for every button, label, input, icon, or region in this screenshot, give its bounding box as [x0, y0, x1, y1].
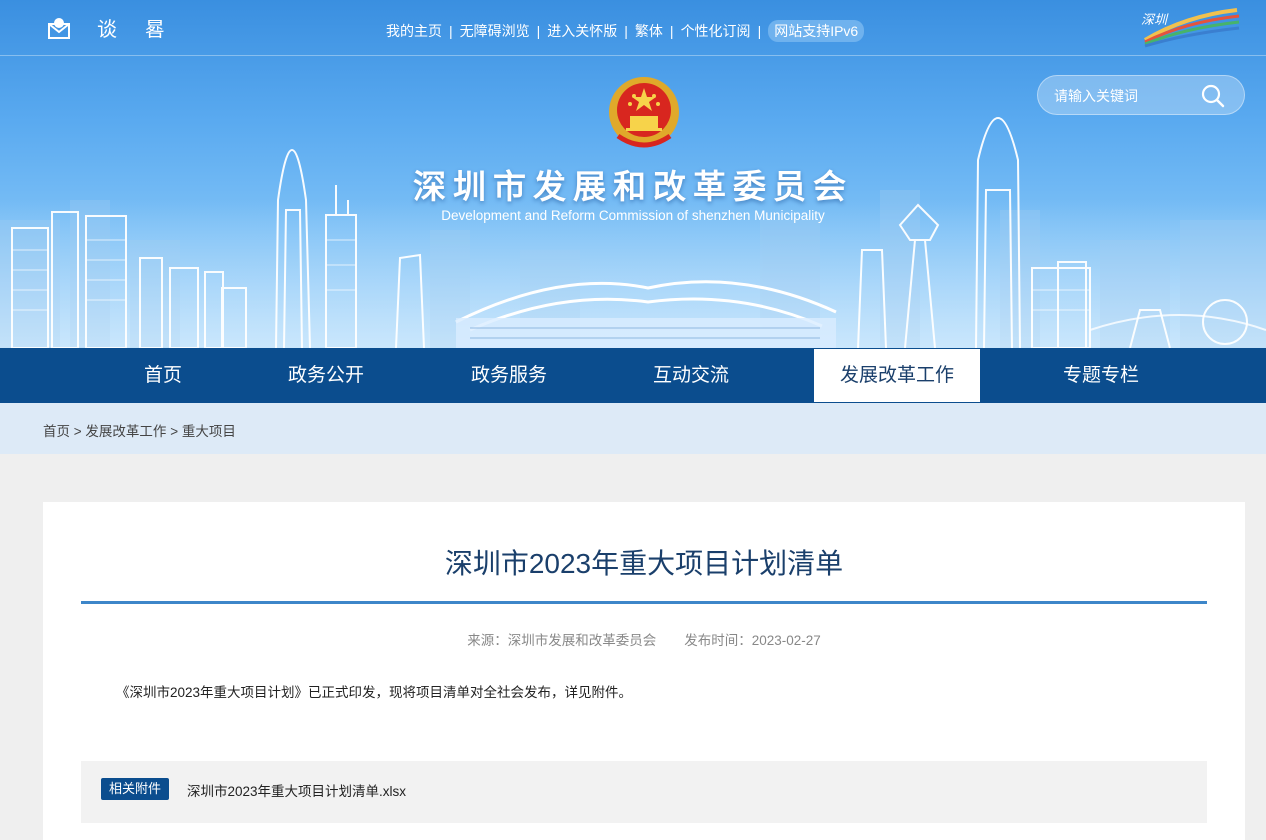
top-link-home[interactable]: 我的主页 — [386, 23, 442, 39]
search-input[interactable] — [1052, 84, 1202, 108]
nav-item-home[interactable]: 首页 — [102, 348, 224, 403]
nav-item-reform-work[interactable]: 发展改革工作 — [814, 349, 980, 402]
nav-item-government-affairs[interactable]: 政务公开 — [260, 348, 392, 403]
source-label: 来源： — [467, 633, 508, 648]
breadcrumb-reform-work[interactable]: 发展改革工作 — [85, 424, 166, 439]
ipv6-badge: 网站支持IPv6 — [768, 20, 865, 42]
top-bar: 谈 晷 我的主页 | 无障碍浏览 | 进入关怀版 | 繁体 | 个性化订阅 | 网站支持IPv6 深… — [0, 0, 1266, 56]
article-body: 《深圳市2023年重大项目计划》已正式印发，现将项目清单对全社会发布，详见附件。 — [116, 685, 633, 700]
breadcrumb-major-projects[interactable]: 重大项目 — [182, 424, 236, 439]
breadcrumb-home[interactable]: 首页 — [43, 424, 70, 439]
national-emblem-icon — [609, 77, 679, 148]
top-link-traditional[interactable]: 繁体 — [635, 23, 663, 39]
shenzhen-logo[interactable]: 深圳 — [1135, 6, 1241, 48]
main-nav: 首页 政务公开 政务服务 互动交流 发展改革工作 专题专栏 — [0, 348, 1266, 403]
search-box — [1037, 75, 1245, 115]
header-banner: 谈 晷 我的主页 | 无障碍浏览 | 进入关怀版 | 繁体 | 个性化订阅 | 网站支持IPv6 深… — [0, 0, 1266, 348]
top-link-subscribe[interactable]: 个性化订阅 — [681, 23, 751, 39]
breadcrumb-bar: 首页 > 发展改革工作 > 重大项目 — [0, 403, 1266, 454]
nav-item-government-services[interactable]: 政务服务 — [444, 348, 574, 403]
article-source: 深圳市发展和改革委员会 — [507, 633, 657, 648]
elder-care-icon[interactable]: 谈 — [95, 14, 123, 42]
top-link-accessibility[interactable]: 无障碍浏览 — [460, 23, 530, 39]
attachment-label: 相关附件 — [101, 778, 170, 800]
article-meta: 来源：深圳市发展和改革委员会 发布时间：2023-02-27 — [43, 629, 1245, 649]
svg-text:深圳: 深圳 — [1141, 13, 1169, 28]
svg-text:谈: 谈 — [97, 17, 117, 41]
site-subtitle: Development and Reform Commission of she… — [441, 208, 825, 223]
nav-item-special-topics[interactable]: 专题专栏 — [1036, 348, 1166, 403]
breadcrumb: 首页 > 发展改革工作 > 重大项目 — [43, 424, 236, 439]
search-icon[interactable] — [1198, 81, 1228, 111]
attachment-file-link[interactable]: 深圳市2023年重大项目计划清单.xlsx — [187, 780, 406, 800]
top-link-care-mode[interactable]: 进入关怀版 — [547, 23, 617, 39]
date-label: 发布时间： — [684, 633, 752, 648]
site-title: 深圳市发展和改革委员会 — [413, 167, 853, 206]
article-card: 深圳市2023年重大项目计划清单 来源：深圳市发展和改革委员会 发布时间：2023… — [43, 502, 1245, 840]
attachment-box: 相关附件 深圳市2023年重大项目计划清单.xlsx — [81, 761, 1207, 823]
svg-text:晷: 晷 — [145, 17, 165, 41]
mail-icon[interactable] — [45, 14, 73, 42]
top-links: 我的主页 | 无障碍浏览 | 进入关怀版 | 繁体 | 个性化订阅 | 网站支持IPv6 — [386, 20, 865, 42]
title-divider — [81, 601, 1207, 604]
nav-item-interaction[interactable]: 互动交流 — [626, 348, 756, 403]
article-date: 2023-02-27 — [751, 633, 821, 648]
article-title: 深圳市2023年重大项目计划清单 — [444, 548, 844, 579]
accessibility-icon[interactable]: 晷 — [143, 14, 171, 42]
